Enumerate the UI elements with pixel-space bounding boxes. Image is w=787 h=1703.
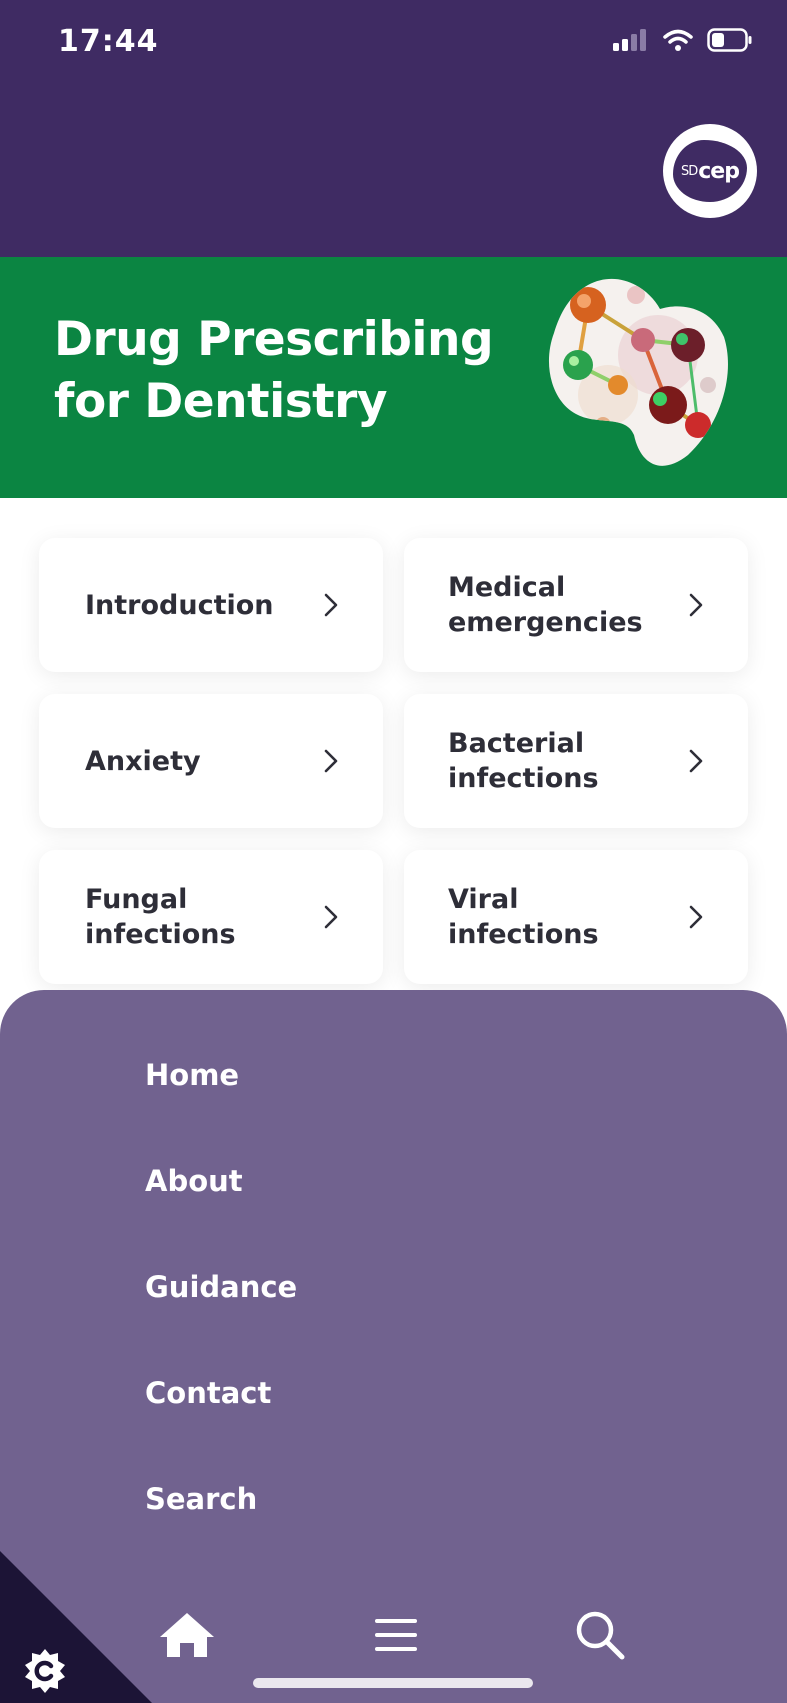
chevron-right-icon — [324, 749, 338, 773]
card-label: Fungal infections — [85, 884, 236, 950]
status-icons — [613, 28, 753, 52]
status-bar: 17:44 — [0, 0, 787, 90]
card-label: Viral infections — [448, 884, 599, 950]
home-indicator — [253, 1678, 533, 1688]
chevron-right-icon — [689, 749, 703, 773]
menu-item-contact[interactable]: Contact — [145, 1376, 271, 1410]
chevron-right-icon — [689, 593, 703, 617]
card-label: Anxiety — [85, 745, 201, 777]
cellular-signal-icon — [613, 29, 646, 51]
card-fungal-infections[interactable]: Fungal infections — [39, 850, 383, 984]
logo-text-large: cep — [698, 158, 740, 184]
chevron-right-icon — [324, 593, 338, 617]
menu-item-home[interactable]: Home — [145, 1058, 239, 1092]
sdcep-logo[interactable]: SD cep — [663, 124, 757, 218]
card-introduction[interactable]: Introduction — [39, 538, 383, 672]
status-time: 17:44 — [58, 24, 159, 59]
home-icon — [160, 1613, 214, 1657]
nav-search-button[interactable] — [565, 1600, 635, 1670]
card-anxiety[interactable]: Anxiety — [39, 694, 383, 828]
chevron-right-icon — [689, 905, 703, 929]
logo-text-small: SD — [681, 163, 698, 179]
card-viral-infections[interactable]: Viral infections — [404, 850, 748, 984]
battery-icon — [707, 28, 752, 52]
hamburger-menu-icon — [375, 1619, 417, 1651]
card-label: Medical emergencies — [448, 572, 643, 638]
search-icon — [576, 1611, 625, 1660]
nav-home-button[interactable] — [152, 1600, 222, 1670]
bottom-nav — [0, 1600, 787, 1670]
card-bacterial-infections[interactable]: Bacterial infections — [404, 694, 748, 828]
topic-grid: Introduction Medical emergencies Anxiety… — [0, 498, 787, 990]
menu-item-about[interactable]: About — [145, 1164, 243, 1198]
card-label: Introduction — [85, 589, 274, 621]
app-title: Drug Prescribing for Dentistry — [54, 312, 494, 429]
molecule-illustration — [548, 278, 728, 466]
nav-menu-button[interactable] — [361, 1600, 431, 1670]
wifi-icon — [663, 29, 693, 51]
menu-item-guidance[interactable]: Guidance — [145, 1270, 297, 1304]
card-medical-emergencies[interactable]: Medical emergencies — [404, 538, 748, 672]
app-header: SD cep — [0, 90, 787, 257]
card-label: Bacterial infections — [448, 728, 599, 794]
hero-banner: Drug Prescribing for Dentistry — [0, 257, 787, 498]
chevron-right-icon — [324, 905, 338, 929]
menu-item-search[interactable]: Search — [145, 1482, 257, 1516]
sdcep-logo-mark: SD cep — [673, 140, 747, 202]
